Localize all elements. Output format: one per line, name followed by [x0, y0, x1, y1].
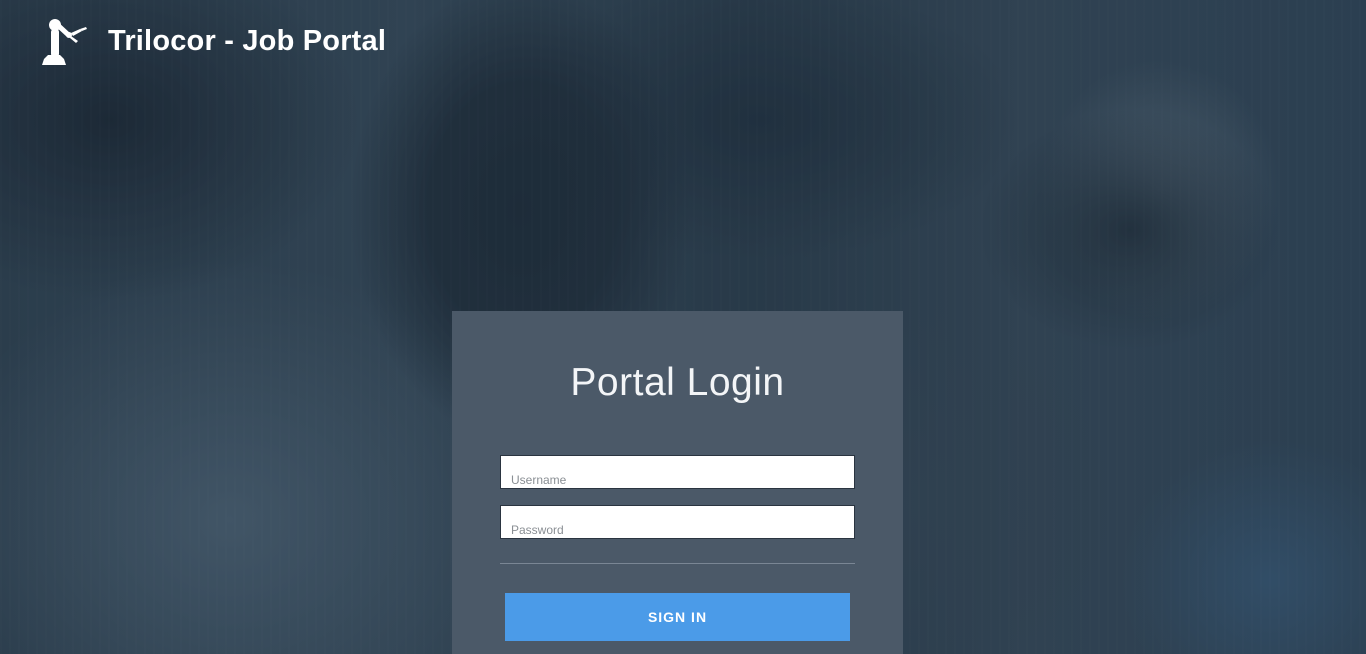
form-divider: [500, 563, 855, 564]
robotic-arm-icon: [42, 19, 87, 65]
login-card: Portal Login SIGN IN: [452, 311, 903, 654]
site-title: Trilocor - Job Portal: [108, 24, 387, 57]
login-title: Portal Login: [570, 361, 785, 404]
site-header: Trilocor - Job Portal: [40, 14, 386, 68]
sign-in-button[interactable]: SIGN IN: [505, 593, 850, 641]
username-input[interactable]: [500, 455, 855, 489]
login-page: Trilocor - Job Portal Portal Login SIGN …: [0, 0, 1366, 654]
password-input[interactable]: [500, 505, 855, 539]
